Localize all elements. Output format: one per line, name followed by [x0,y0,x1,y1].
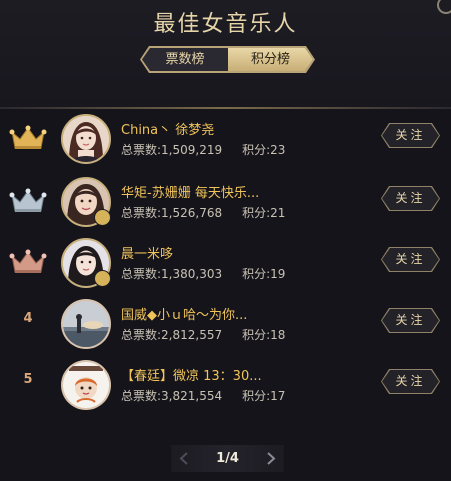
follow-button-label: 关注 [395,313,426,327]
follow-button-label: 关注 [395,374,426,388]
pagination: 1/4 [171,445,284,472]
points-value: 18 [270,328,286,342]
follow-button-label: 关注 [395,191,426,205]
tab-points-ranking[interactable]: 积分榜 [228,48,313,71]
next-page-button[interactable] [261,449,280,468]
stats-line: 总票数:1,526,768 积分:21 [121,204,285,221]
votes-label: 总票数: [121,143,162,157]
tab-votes-ranking[interactable]: 票数榜 [142,48,228,71]
singer-name[interactable]: 晨一米哆 [121,243,371,262]
points-label: 积分: [242,267,271,281]
points-label: 积分: [242,206,271,220]
votes-value: 1,526,768 [161,206,223,220]
points-value: 17 [270,389,286,403]
votes-value: 1,380,303 [161,267,223,281]
points-label: 积分: [242,389,271,403]
votes-label: 总票数: [121,267,162,281]
list-item: 华矩-苏姗姗 每天快乐... 总票数:1,526,768 积分:21 关注 [0,170,451,232]
avatar[interactable] [61,299,111,349]
bronze-crown-icon [8,248,48,276]
avatar[interactable] [61,360,111,410]
rank-number: 4 [23,311,33,326]
points-label: 积分: [242,143,271,157]
votes-label: 总票数: [121,328,162,342]
votes-value: 3,821,554 [161,389,223,403]
list-item: 5 【春廷】微凉 13：30... 总票数:3,821,554 积分:17 关注 [0,353,451,415]
rank-number: 5 [23,372,33,387]
singer-name[interactable]: China丶 徐梦尧 [121,119,371,138]
follow-button[interactable]: 关注 [381,247,440,272]
avatar[interactable] [61,114,111,164]
votes-value: 2,812,557 [161,328,223,342]
stats-line: 总票数:1,509,219 积分:23 [121,141,285,158]
gold-crown-icon [8,124,48,152]
tab-switch: 票数榜 积分榜 [140,46,315,73]
list-item: China丶 徐梦尧 总票数:1,509,219 积分:23 关注 [0,107,451,169]
chevron-right-icon [267,452,276,465]
votes-label: 总票数: [121,389,162,403]
points-value: 23 [270,143,286,157]
chevron-left-icon [179,452,188,465]
stats-line: 总票数:1,380,303 积分:19 [121,265,285,282]
follow-button[interactable]: 关注 [381,123,440,148]
follow-button-label: 关注 [395,128,426,142]
page-title: 最佳女音乐人 [153,12,298,37]
follow-button-label: 关注 [395,252,426,266]
fan-badge-icon [94,209,111,226]
votes-value: 1,509,219 [161,143,223,157]
silver-crown-icon [8,187,48,215]
follow-button[interactable]: 关注 [381,369,440,394]
points-value: 19 [270,267,286,281]
prev-page-button[interactable] [175,449,194,468]
follow-button[interactable]: 关注 [381,308,440,333]
points-value: 21 [270,206,286,220]
singer-name[interactable]: 【春廷】微凉 13：30... [121,365,371,384]
singer-name[interactable]: 国威◆小ｕ哈～为你... [121,304,371,323]
follow-button[interactable]: 关注 [381,186,440,211]
list-item: 晨一米哆 总票数:1,380,303 积分:19 关注 [0,231,451,293]
leaderboard-panel: 最佳女音乐人 票数榜 积分榜 China丶 徐梦尧 总票数:1,509,219 … [0,0,451,481]
singer-name[interactable]: 华矩-苏姗姗 每天快乐... [121,182,371,201]
page-indicator: 1/4 [216,451,239,466]
points-label: 积分: [242,328,271,342]
stats-line: 总票数:3,821,554 积分:17 [121,387,285,404]
list-item: 4 国威◆小ｕ哈～为你... 总票数:2,812,557 积分:18 关注 [0,292,451,354]
stats-line: 总票数:2,812,557 积分:18 [121,326,285,343]
fan-badge-icon [94,270,111,287]
votes-label: 总票数: [121,206,162,220]
